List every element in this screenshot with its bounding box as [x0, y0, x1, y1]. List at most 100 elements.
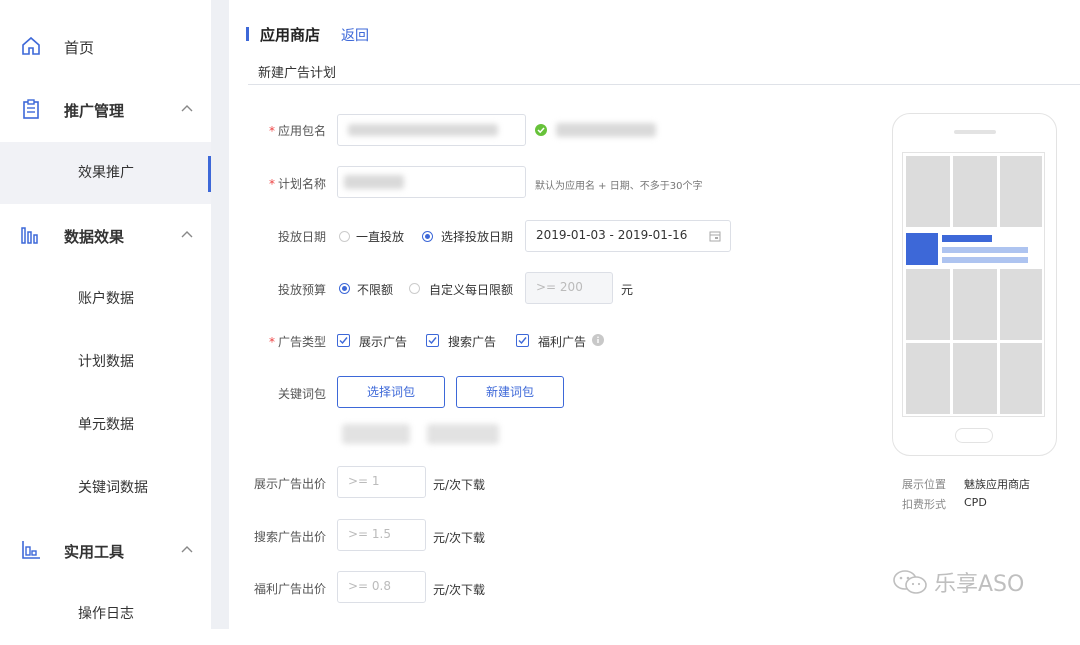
keyword-tag-redacted: [427, 424, 499, 444]
bid-display-input[interactable]: >= 1: [337, 466, 426, 498]
bid-welfare-label: 福利广告出价: [253, 582, 326, 596]
radio-always[interactable]: [339, 231, 350, 242]
radio-select-date[interactable]: [422, 231, 433, 242]
phone-home-button: [955, 428, 993, 443]
clipboard-icon: [23, 99, 39, 119]
ad-title-line: [942, 235, 992, 242]
sidebar-subitem-plan-data[interactable]: 计划数据: [0, 331, 211, 393]
header-accent-bar: [246, 27, 249, 41]
sidebar-subitem-label: 单元数据: [78, 417, 134, 433]
ad-desc-line: [942, 257, 1028, 263]
ad-desc-line: [942, 247, 1028, 253]
budget-unit: 元: [621, 283, 634, 297]
sidebar-item-data-effect[interactable]: 数据效果: [0, 205, 211, 267]
date-label: 投放日期: [277, 230, 326, 244]
keyword-label: 关键词包: [277, 387, 326, 401]
radio-unlimited[interactable]: [339, 283, 350, 294]
sidebar-subitem-effect-promotion[interactable]: 效果推广: [0, 142, 211, 204]
page-title: 应用商店: [260, 26, 321, 44]
date-range-input[interactable]: 2019-01-03 - 2019-01-16: [525, 220, 731, 252]
checkbox-welfare-ad[interactable]: [516, 334, 529, 347]
redacted-value: [344, 175, 404, 189]
app-tile: [1000, 269, 1042, 340]
sidebar-item-label: 推广管理: [64, 101, 125, 120]
sidebar-item-promotion[interactable]: 推广管理: [0, 79, 211, 141]
plan-name-label: * 计划名称: [268, 177, 326, 191]
redacted-app-name: [556, 123, 656, 137]
bid-welfare-input[interactable]: >= 0.8: [337, 571, 426, 603]
app-package-input[interactable]: [337, 114, 526, 146]
sidebar-item-tools[interactable]: 实用工具: [0, 520, 211, 582]
keyword-tag-redacted: [342, 424, 410, 444]
tools-icon: [22, 541, 40, 559]
bid-search-label: 搜索广告出价: [253, 530, 326, 544]
form-subtitle: 新建广告计划: [258, 66, 337, 81]
position-value: 魅族应用商店: [964, 478, 1030, 491]
chevron-up-icon[interactable]: [180, 103, 194, 113]
plan-name-hint: 默认为应用名 + 日期、不多于30个字: [535, 181, 703, 192]
divider: [248, 84, 1080, 85]
back-link[interactable]: 返回: [341, 25, 369, 45]
watermark-text: 乐享ASO: [934, 572, 1025, 597]
check-circle-icon: [535, 124, 547, 136]
plan-name-input[interactable]: [337, 166, 526, 198]
checkbox-display-ad[interactable]: [337, 334, 350, 347]
checkbox-search-ad-label: 搜索广告: [448, 335, 497, 349]
sidebar-subitem-keyword-data[interactable]: 关键词数据: [0, 457, 211, 519]
main-content: 应用商店 返回 新建广告计划 * 应用包名 * 计划名称 默认为应用名 + 日期、不…: [229, 0, 1080, 629]
date-range-value: 2019-01-03 - 2019-01-16: [536, 228, 688, 242]
radio-select-date-label: 选择投放日期: [441, 230, 514, 244]
bid-search-input[interactable]: >= 1.5: [337, 519, 426, 551]
phone-preview: [892, 113, 1057, 456]
sidebar-gutter: [211, 0, 229, 629]
radio-always-label: 一直投放: [356, 230, 405, 244]
phone-screen: [902, 152, 1045, 417]
sidebar-item-label: 首页: [64, 38, 95, 57]
redacted-value: [348, 124, 498, 136]
app-tile: [1000, 343, 1042, 414]
position-label: 展示位置: [902, 478, 946, 491]
new-keyword-button[interactable]: 新建词包: [456, 376, 564, 408]
app-tile: [906, 269, 950, 340]
app-tile: [906, 156, 950, 227]
sidebar-subitem-unit-data[interactable]: 单元数据: [0, 394, 211, 456]
ad-type-label: * 广告类型: [268, 335, 326, 349]
radio-custom-budget[interactable]: [409, 283, 420, 294]
app-tile: [906, 343, 950, 414]
calendar-icon[interactable]: [709, 230, 721, 242]
charge-value: CPD: [964, 496, 987, 509]
sidebar-subitem-label: 关键词数据: [78, 480, 148, 496]
sidebar: 首页 推广管理 效果推广 数据效果 账户数据 计划数据 单元数据 关键词数据 实…: [0, 0, 211, 629]
sidebar-subitem-label: 操作日志: [78, 606, 134, 622]
app-tile: [953, 269, 997, 340]
checkbox-display-ad-label: 展示广告: [359, 335, 408, 349]
radio-unlimited-label: 不限额: [357, 283, 394, 297]
ad-app-icon: [906, 233, 938, 265]
charge-label: 扣费形式: [902, 498, 946, 511]
checkbox-welfare-ad-label: 福利广告: [538, 335, 587, 349]
app-tile: [953, 156, 997, 227]
bid-display-label: 展示广告出价: [253, 477, 326, 491]
wechat-icon: [893, 570, 927, 594]
chevron-up-icon[interactable]: [180, 544, 194, 554]
app-package-label: * 应用包名: [268, 124, 326, 138]
bid-search-unit: 元/次下载: [433, 531, 486, 545]
radio-custom-budget-label: 自定义每日限额: [429, 283, 514, 297]
sidebar-subitem-label: 效果推广: [78, 165, 134, 181]
bar-chart-icon: [21, 227, 38, 244]
sidebar-item-label: 数据效果: [64, 227, 125, 246]
sidebar-item-home[interactable]: 首页: [0, 16, 211, 78]
sidebar-subitem-label: 计划数据: [78, 354, 134, 370]
info-icon[interactable]: [592, 334, 604, 346]
app-tile: [1000, 156, 1042, 227]
budget-label: 投放预算: [277, 283, 326, 297]
select-keyword-button[interactable]: 选择词包: [337, 376, 445, 408]
app-tile: [953, 343, 997, 414]
bid-display-unit: 元/次下载: [433, 478, 486, 492]
chevron-up-icon[interactable]: [180, 229, 194, 239]
sidebar-subitem-operation-log[interactable]: 操作日志: [0, 583, 211, 645]
sidebar-subitem-account-data[interactable]: 账户数据: [0, 268, 211, 330]
home-icon: [22, 36, 40, 55]
budget-input[interactable]: >= 200: [525, 272, 613, 304]
checkbox-search-ad[interactable]: [426, 334, 439, 347]
